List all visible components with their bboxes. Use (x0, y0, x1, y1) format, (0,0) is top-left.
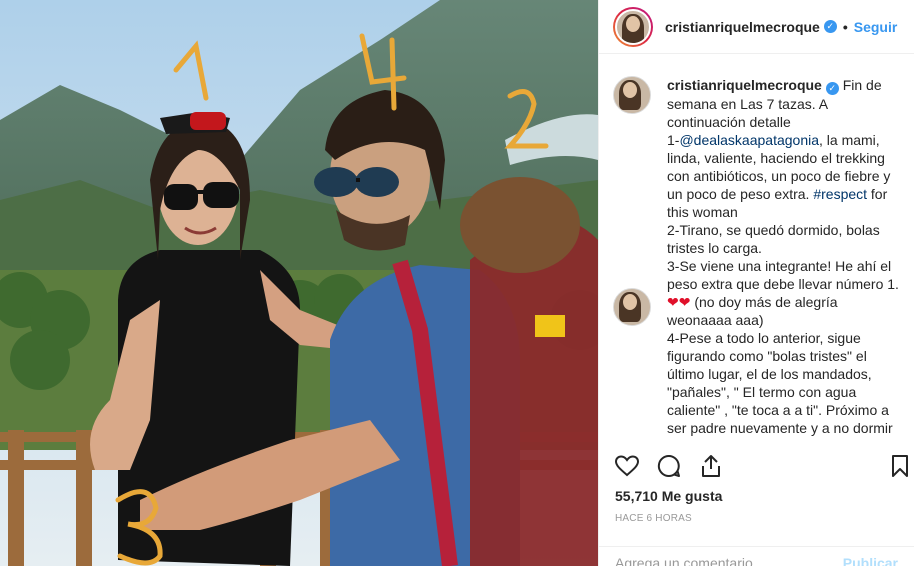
hashtag-link[interactable]: #respect (813, 186, 867, 202)
caption-area[interactable]: cristianriquelmecroque ✓ Fin de semana en… (613, 76, 912, 440)
bookmark-icon[interactable] (886, 452, 914, 480)
share-icon[interactable] (697, 452, 725, 480)
caption-text: cristianriquelmecroque ✓ Fin de semana en… (667, 76, 899, 437)
verified-badge-icon: ✓ (823, 20, 837, 33)
post-header: cristianriquelmecroque ✓ • Seguir (599, 0, 914, 54)
publish-button[interactable]: Publicar (843, 555, 898, 566)
caption-p3-suffix: (no doy más de alegría weonaaaa aaa) (667, 294, 842, 328)
caption-p1-prefix: 1- (667, 132, 680, 148)
comment-input[interactable] (615, 555, 843, 566)
photo-scene (0, 0, 598, 566)
caption-p4: 4-Pese a todo lo anterior, sigue figuran… (667, 330, 893, 436)
separator-dot: • (842, 18, 848, 35)
caption-p2: 2-Tirano, se quedó dormido, bolas triste… (667, 222, 884, 256)
heart-icon[interactable] (613, 452, 641, 480)
follow-button[interactable]: Seguir (854, 19, 898, 35)
action-bar (613, 452, 914, 480)
comment-icon[interactable] (655, 452, 683, 480)
post-photo[interactable] (0, 0, 598, 566)
caption-avatar-2[interactable] (613, 288, 651, 326)
post-panel: cristianriquelmecroque ✓ • Seguir cristi… (598, 0, 914, 566)
author-avatar[interactable] (613, 6, 653, 47)
comment-bar: Publicar (599, 546, 914, 566)
post-timestamp[interactable]: HACE 6 HORAS (615, 513, 692, 524)
caption-avatar[interactable] (613, 76, 651, 114)
hearts-emoji: ❤❤ (667, 294, 691, 310)
likes-count[interactable]: 55,710 Me gusta (615, 488, 722, 504)
caption-verified-icon: ✓ (825, 82, 839, 95)
caption-row: cristianriquelmecroque ✓ Fin de semana en… (613, 76, 912, 437)
caption-username[interactable]: cristianriquelmecroque (667, 77, 822, 93)
mention-link[interactable]: @dealaskaapatagonia (679, 132, 819, 148)
caption-p3: 3-Se viene una integrante! He ahí el pes… (667, 258, 903, 292)
author-username[interactable]: cristianriquelmecroque (665, 19, 820, 35)
